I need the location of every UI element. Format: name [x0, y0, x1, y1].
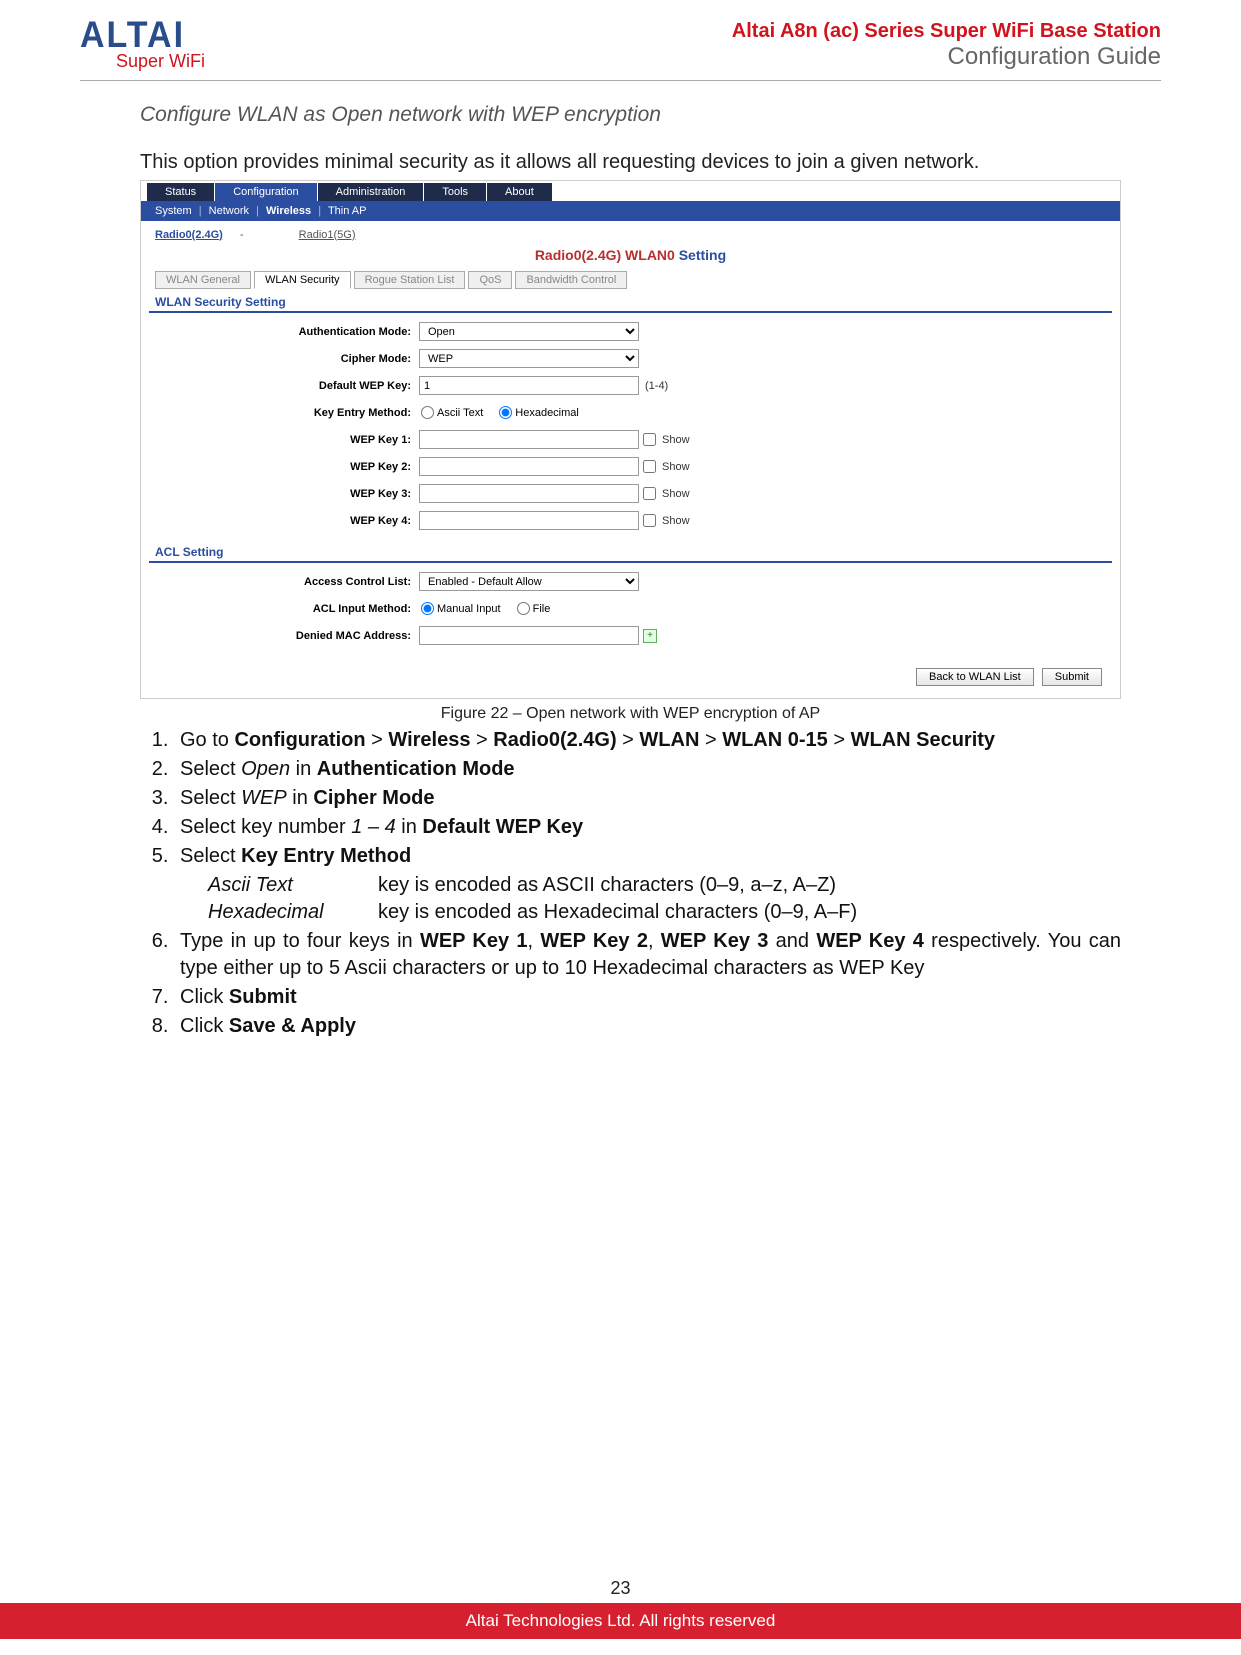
- tab-administration[interactable]: Administration: [318, 183, 424, 201]
- wep-key2-input[interactable]: [419, 457, 639, 476]
- acl-manual-label: Manual Input: [437, 603, 501, 615]
- footer-bar: Altai Technologies Ltd. All rights reser…: [0, 1603, 1241, 1639]
- step-5: Select Key Entry Method Ascii Textkey is…: [174, 843, 1121, 926]
- acl-select[interactable]: Enabled - Default Allow: [419, 572, 639, 591]
- step-1: Go to Configuration > Wireless > Radio0(…: [174, 727, 1121, 754]
- wlan-security-heading: WLAN Security Setting: [149, 293, 1112, 313]
- logo-text: ALTAI: [80, 18, 205, 52]
- auth-mode-select[interactable]: Open: [419, 322, 639, 341]
- acl-method-label: ACL Input Method:: [149, 603, 419, 615]
- acl-manual-radio[interactable]: [421, 602, 434, 615]
- subtab-bandwidth[interactable]: Bandwidth Control: [515, 271, 627, 289]
- subtab-security[interactable]: WLAN Security: [254, 271, 351, 289]
- step-7: Click Submit: [174, 984, 1121, 1011]
- auth-mode-label: Authentication Mode:: [149, 326, 419, 338]
- wep-key4-input[interactable]: [419, 511, 639, 530]
- back-button[interactable]: Back to WLAN List: [916, 668, 1034, 686]
- subtab-general[interactable]: WLAN General: [155, 271, 251, 289]
- radio-row: Radio0(2.4G) - Radio1(5G): [141, 221, 1120, 245]
- key-entry-hex-radio[interactable]: [499, 406, 512, 419]
- key-entry-ascii-label: Ascii Text: [437, 407, 483, 419]
- default-wep-key-input[interactable]: [419, 376, 639, 395]
- radio1-link[interactable]: Radio1(5G): [299, 229, 356, 241]
- wep-key3-input[interactable]: [419, 484, 639, 503]
- key-entry-ascii-radio[interactable]: [421, 406, 434, 419]
- wep-key3-show-label: Show: [662, 488, 690, 500]
- wep-key2-show-label: Show: [662, 461, 690, 473]
- button-row: Back to WLAN List Submit: [141, 658, 1120, 698]
- doc-title-block: Altai A8n (ac) Series Super WiFi Base St…: [732, 20, 1161, 71]
- subnav-network[interactable]: Network: [209, 205, 249, 217]
- subtab-rogue[interactable]: Rogue Station List: [354, 271, 466, 289]
- cipher-mode-label: Cipher Mode:: [149, 353, 419, 365]
- denied-mac-input[interactable]: [419, 626, 639, 645]
- cipher-mode-select[interactable]: WEP: [419, 349, 639, 368]
- tab-status[interactable]: Status: [147, 183, 214, 201]
- wep-key4-show-label: Show: [662, 515, 690, 527]
- doc-title-gray: Configuration Guide: [732, 43, 1161, 71]
- acl-form: Access Control List: Enabled - Default A…: [141, 563, 1120, 658]
- doc-header: ALTAI Super WiFi Altai A8n (ac) Series S…: [80, 20, 1161, 81]
- setting-title: Radio0(2.4G) WLAN0 Setting: [141, 247, 1120, 263]
- wep-key1-input[interactable]: [419, 430, 639, 449]
- subnav-system[interactable]: System: [155, 205, 192, 217]
- main-tabs: Status Configuration Administration Tool…: [141, 181, 1120, 201]
- wep-key4-show-checkbox[interactable]: [643, 514, 656, 527]
- wep-key2-show-checkbox[interactable]: [643, 460, 656, 473]
- step-8: Click Save & Apply: [174, 1013, 1121, 1040]
- denied-mac-label: Denied MAC Address:: [149, 630, 419, 642]
- wep-key1-show-checkbox[interactable]: [643, 433, 656, 446]
- wlan-security-form: Authentication Mode: Open Cipher Mode: W…: [141, 313, 1120, 543]
- radio0-link[interactable]: Radio0(2.4G): [155, 229, 223, 241]
- subtabs: WLAN General WLAN Security Rogue Station…: [141, 271, 1120, 289]
- screenshot-panel: Status Configuration Administration Tool…: [140, 180, 1121, 699]
- wep-key3-label: WEP Key 3:: [149, 488, 419, 500]
- doc-title-red: Altai A8n (ac) Series Super WiFi Base St…: [732, 20, 1161, 43]
- page-number: 23: [0, 1578, 1241, 1599]
- key-entry-label: Key Entry Method:: [149, 407, 419, 419]
- tab-configuration[interactable]: Configuration: [215, 183, 316, 201]
- wep-key1-show-label: Show: [662, 434, 690, 446]
- setting-title-blue: Setting: [679, 247, 726, 263]
- step-6: Type in up to four keys in WEP Key 1, WE…: [174, 928, 1121, 982]
- wep-key3-show-checkbox[interactable]: [643, 487, 656, 500]
- section-intro: This option provides minimal security as…: [140, 149, 1121, 176]
- wep-key4-label: WEP Key 4:: [149, 515, 419, 527]
- steps-list: Go to Configuration > Wireless > Radio0(…: [174, 727, 1121, 1040]
- add-mac-icon[interactable]: +: [643, 629, 657, 643]
- logo: ALTAI Super WiFi: [80, 20, 205, 72]
- step-4: Select key number 1 – 4 in Default WEP K…: [174, 814, 1121, 841]
- acl-label: Access Control List:: [149, 576, 419, 588]
- figure-caption: Figure 22 – Open network with WEP encryp…: [140, 705, 1121, 723]
- acl-file-radio[interactable]: [517, 602, 530, 615]
- wep-key2-label: WEP Key 2:: [149, 461, 419, 473]
- step-3: Select WEP in Cipher Mode: [174, 785, 1121, 812]
- tab-about[interactable]: About: [487, 183, 552, 201]
- tab-tools[interactable]: Tools: [424, 183, 486, 201]
- step-2: Select Open in Authentication Mode: [174, 756, 1121, 783]
- setting-title-red: Radio0(2.4G) WLAN0: [535, 247, 675, 263]
- default-wep-key-label: Default WEP Key:: [149, 380, 419, 392]
- default-wep-key-hint: (1-4): [645, 380, 668, 392]
- subnav: System | Network | Wireless | Thin AP: [141, 201, 1120, 221]
- acl-heading: ACL Setting: [149, 543, 1112, 563]
- acl-file-label: File: [533, 603, 551, 615]
- submit-button[interactable]: Submit: [1042, 668, 1102, 686]
- subnav-wireless[interactable]: Wireless: [266, 205, 311, 217]
- section-title: Configure WLAN as Open network with WEP …: [140, 103, 1121, 127]
- key-entry-hex-label: Hexadecimal: [515, 407, 579, 419]
- subnav-thinap[interactable]: Thin AP: [328, 205, 367, 217]
- wep-key1-label: WEP Key 1:: [149, 434, 419, 446]
- subtab-qos[interactable]: QoS: [468, 271, 512, 289]
